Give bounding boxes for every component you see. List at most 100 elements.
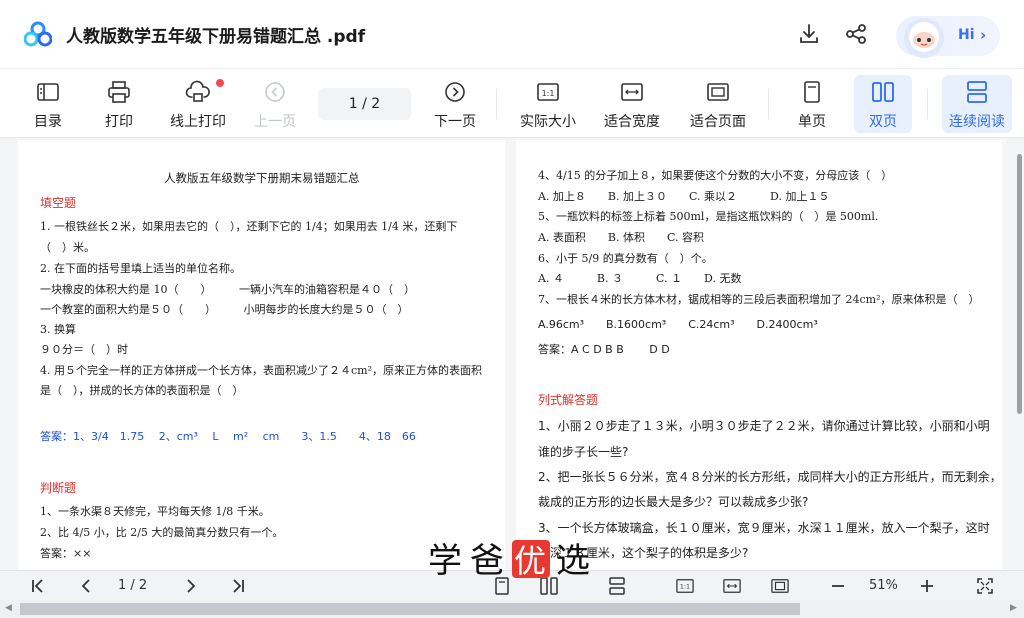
chevron-left-circle-icon	[264, 79, 286, 105]
first-page-icon[interactable]	[29, 577, 47, 595]
question-text: 4、4/15 的分子加上８，如果要使这个分数的大小不变，分母应该（ ）	[538, 169, 893, 182]
next-page-button[interactable]: 下一页	[432, 75, 478, 133]
double-page-button[interactable]: 双页	[854, 75, 912, 133]
document-page-right: 4、4/15 的分子加上８，如果要使这个分数的大小不变，分母应该（ ） A. 加…	[516, 140, 1002, 570]
continuous-view-icon[interactable]	[608, 577, 626, 595]
question-options: A. ４ B. ３ C. １ D. 无数	[538, 272, 742, 285]
assistant-label: Hi	[958, 27, 975, 43]
zoom-in-icon[interactable]	[918, 577, 936, 595]
question-text: 1、小丽２０步走了１３米，小明３０步走了２２米，请你通过计算比较，小丽和小明	[538, 419, 990, 433]
cloud-print-icon	[185, 79, 211, 105]
continuous-read-label: 连续阅读	[949, 114, 1005, 130]
chevron-right-circle-icon	[444, 79, 466, 105]
fullscreen-icon[interactable]	[976, 577, 994, 595]
horizontal-scrollbar[interactable]: ◀ ▶	[0, 600, 1024, 618]
ai-assistant-button[interactable]: Hi ›	[896, 16, 1000, 58]
watermark-char: 爸	[470, 541, 504, 581]
toc-label: 目录	[34, 114, 62, 130]
toolbar: 目录 打印 线上打印 上一页 1 / 2 下一页 1:1 实际大小 适合宽度 适…	[0, 68, 1024, 138]
vertical-scrollbar[interactable]	[1014, 140, 1024, 570]
print-button[interactable]: 打印	[99, 75, 139, 133]
question-text: ９０分＝（ ）时	[40, 343, 128, 356]
printer-icon	[107, 79, 131, 105]
document-title: 人教版数学五年级下册易错题汇总 .pdf	[66, 27, 366, 47]
question-text: 3. 换算	[40, 323, 76, 336]
question-text: 7、一根长４米的长方体木材，锯成相等的三段后表面积增加了 24cm²，原来体积是…	[538, 293, 980, 306]
question-text: 5、一瓶饮料的标签上标着 500ml，是指这瓶饮料的（ ）是 500ml.	[538, 210, 879, 223]
toolbar-divider	[927, 89, 928, 119]
zoom-level[interactable]: 51%	[869, 578, 898, 593]
notification-dot	[216, 79, 224, 87]
zoom-out-icon[interactable]	[829, 577, 847, 595]
toc-button[interactable]: 目录	[28, 75, 68, 133]
download-icon[interactable]	[797, 22, 821, 46]
continuous-read-icon	[965, 79, 989, 105]
question-text: （ ）米。	[40, 241, 95, 254]
question-options: A. 表面积 B. 体积 C. 容积	[538, 231, 705, 244]
prev-page-button[interactable]: 上一页	[252, 75, 298, 133]
chevron-right-icon: ›	[980, 26, 987, 44]
question-text: 是（ ），拼成的长方体的表面积是（ ）	[40, 384, 244, 397]
svg-text:1:1: 1:1	[542, 89, 555, 98]
actual-size-icon[interactable]: 1:1	[676, 577, 694, 595]
scroll-left-arrow-icon[interactable]: ◀	[5, 603, 12, 613]
double-page-label: 双页	[869, 114, 897, 130]
section-heading-fill: 填空题	[40, 196, 77, 210]
fit-width-icon	[620, 79, 644, 105]
question-text: 6、小于 5/9 的真分数有（ ）个。	[538, 252, 713, 265]
fit-width-label: 适合宽度	[604, 114, 660, 130]
question-text: 2、把一张长５６分米，宽４８分米的长方形纸，成同样大小的正方形纸片，而无剩余，	[538, 470, 1002, 484]
fit-page-label: 适合页面	[690, 114, 746, 130]
fit-width-icon[interactable]	[723, 577, 741, 595]
bottom-page-indicator[interactable]: 1 / 2	[118, 578, 147, 593]
question-text: 4. 用５个完全一样的正方体拼成一个长方体，表面积减少了２４cm²，原来正方体的…	[40, 364, 482, 377]
assistant-avatar-icon	[904, 18, 944, 58]
section-heading-judge: 判断题	[40, 481, 77, 495]
single-page-label: 单页	[798, 114, 826, 130]
last-page-icon[interactable]	[229, 577, 247, 595]
fit-page-button[interactable]: 适合页面	[688, 75, 748, 133]
next-page-label: 下一页	[434, 114, 476, 130]
page-title: 人教版五年级数学下册期末易错题汇总	[164, 171, 360, 185]
vertical-scroll-thumb[interactable]	[1017, 154, 1022, 414]
actual-size-icon: 1:1	[536, 79, 560, 105]
question-text: 谁的步子长一些?	[538, 445, 629, 459]
fit-page-icon[interactable]	[771, 577, 789, 595]
question-text: 裁成的正方形的边长最大是多少？可以裁成多少张?	[538, 495, 809, 509]
next-page-icon[interactable]	[182, 577, 200, 595]
question-text: 一块橡皮的体积大约是 10（ ） 一辆小汽车的油箱容积是４０（ ）	[40, 283, 415, 296]
actual-size-label: 实际大小	[520, 114, 576, 130]
watermark-char: 选	[556, 541, 590, 581]
prev-page-icon[interactable]	[77, 577, 95, 595]
document-page-left: 人教版五年级数学下册期末易错题汇总 填空题 1. 一根铁丝长２米，如果用去它的（…	[18, 140, 505, 570]
answer-text: 答案：××	[40, 547, 92, 560]
answer-text: 答案：A C D B B D D	[538, 343, 670, 356]
scroll-right-arrow-icon[interactable]: ▶	[1010, 603, 1017, 613]
toc-icon	[36, 79, 60, 105]
prev-page-label: 上一页	[254, 114, 296, 130]
watermark-char: 优	[514, 542, 546, 580]
fit-width-button[interactable]: 适合宽度	[602, 75, 662, 133]
horizontal-scroll-thumb[interactable]	[20, 603, 800, 615]
question-options: A. 加上８ B. 加上３０ C. 乘以２ D. 加上１５	[538, 190, 830, 203]
toolbar-divider	[768, 89, 769, 119]
single-page-icon	[802, 79, 822, 105]
actual-size-button[interactable]: 1:1 实际大小	[518, 75, 578, 133]
watermark-logo: 学 爸 优 选	[428, 540, 590, 581]
question-text: 2. 在下面的括号里填上适当的单位名称。	[40, 262, 241, 275]
question-text: 1、一条水渠８天修完，平均每天修 1/8 千米。	[40, 505, 270, 518]
question-text: 2、比 4/5 小，比 2/5 大的最简真分数只有一个。	[40, 526, 284, 539]
answer-text: 答案：1、3/4 1.75 2、cm³ L m² cm 3、1.5 4、18 6…	[40, 430, 416, 443]
page-indicator[interactable]: 1 / 2	[318, 88, 411, 120]
double-page-icon	[871, 79, 895, 105]
svg-text:1:1: 1:1	[680, 584, 690, 591]
question-text: 一个教室的面积大约是５０（ ） 小明每步的长度大约是５０（ ）	[40, 303, 409, 316]
question-text: 1. 一根铁丝长２米，如果用去它的（ ），还剩下它的 1/4；如果用去 1/4 …	[40, 220, 458, 233]
continuous-read-button[interactable]: 连续阅读	[942, 75, 1012, 133]
single-page-button[interactable]: 单页	[792, 75, 832, 133]
toolbar-divider	[496, 89, 497, 119]
fit-page-icon	[706, 79, 730, 105]
title-bar: 人教版数学五年级下册易错题汇总 .pdf Hi ›	[0, 0, 1024, 68]
share-icon[interactable]	[844, 22, 868, 46]
app-logo-icon	[24, 21, 52, 47]
